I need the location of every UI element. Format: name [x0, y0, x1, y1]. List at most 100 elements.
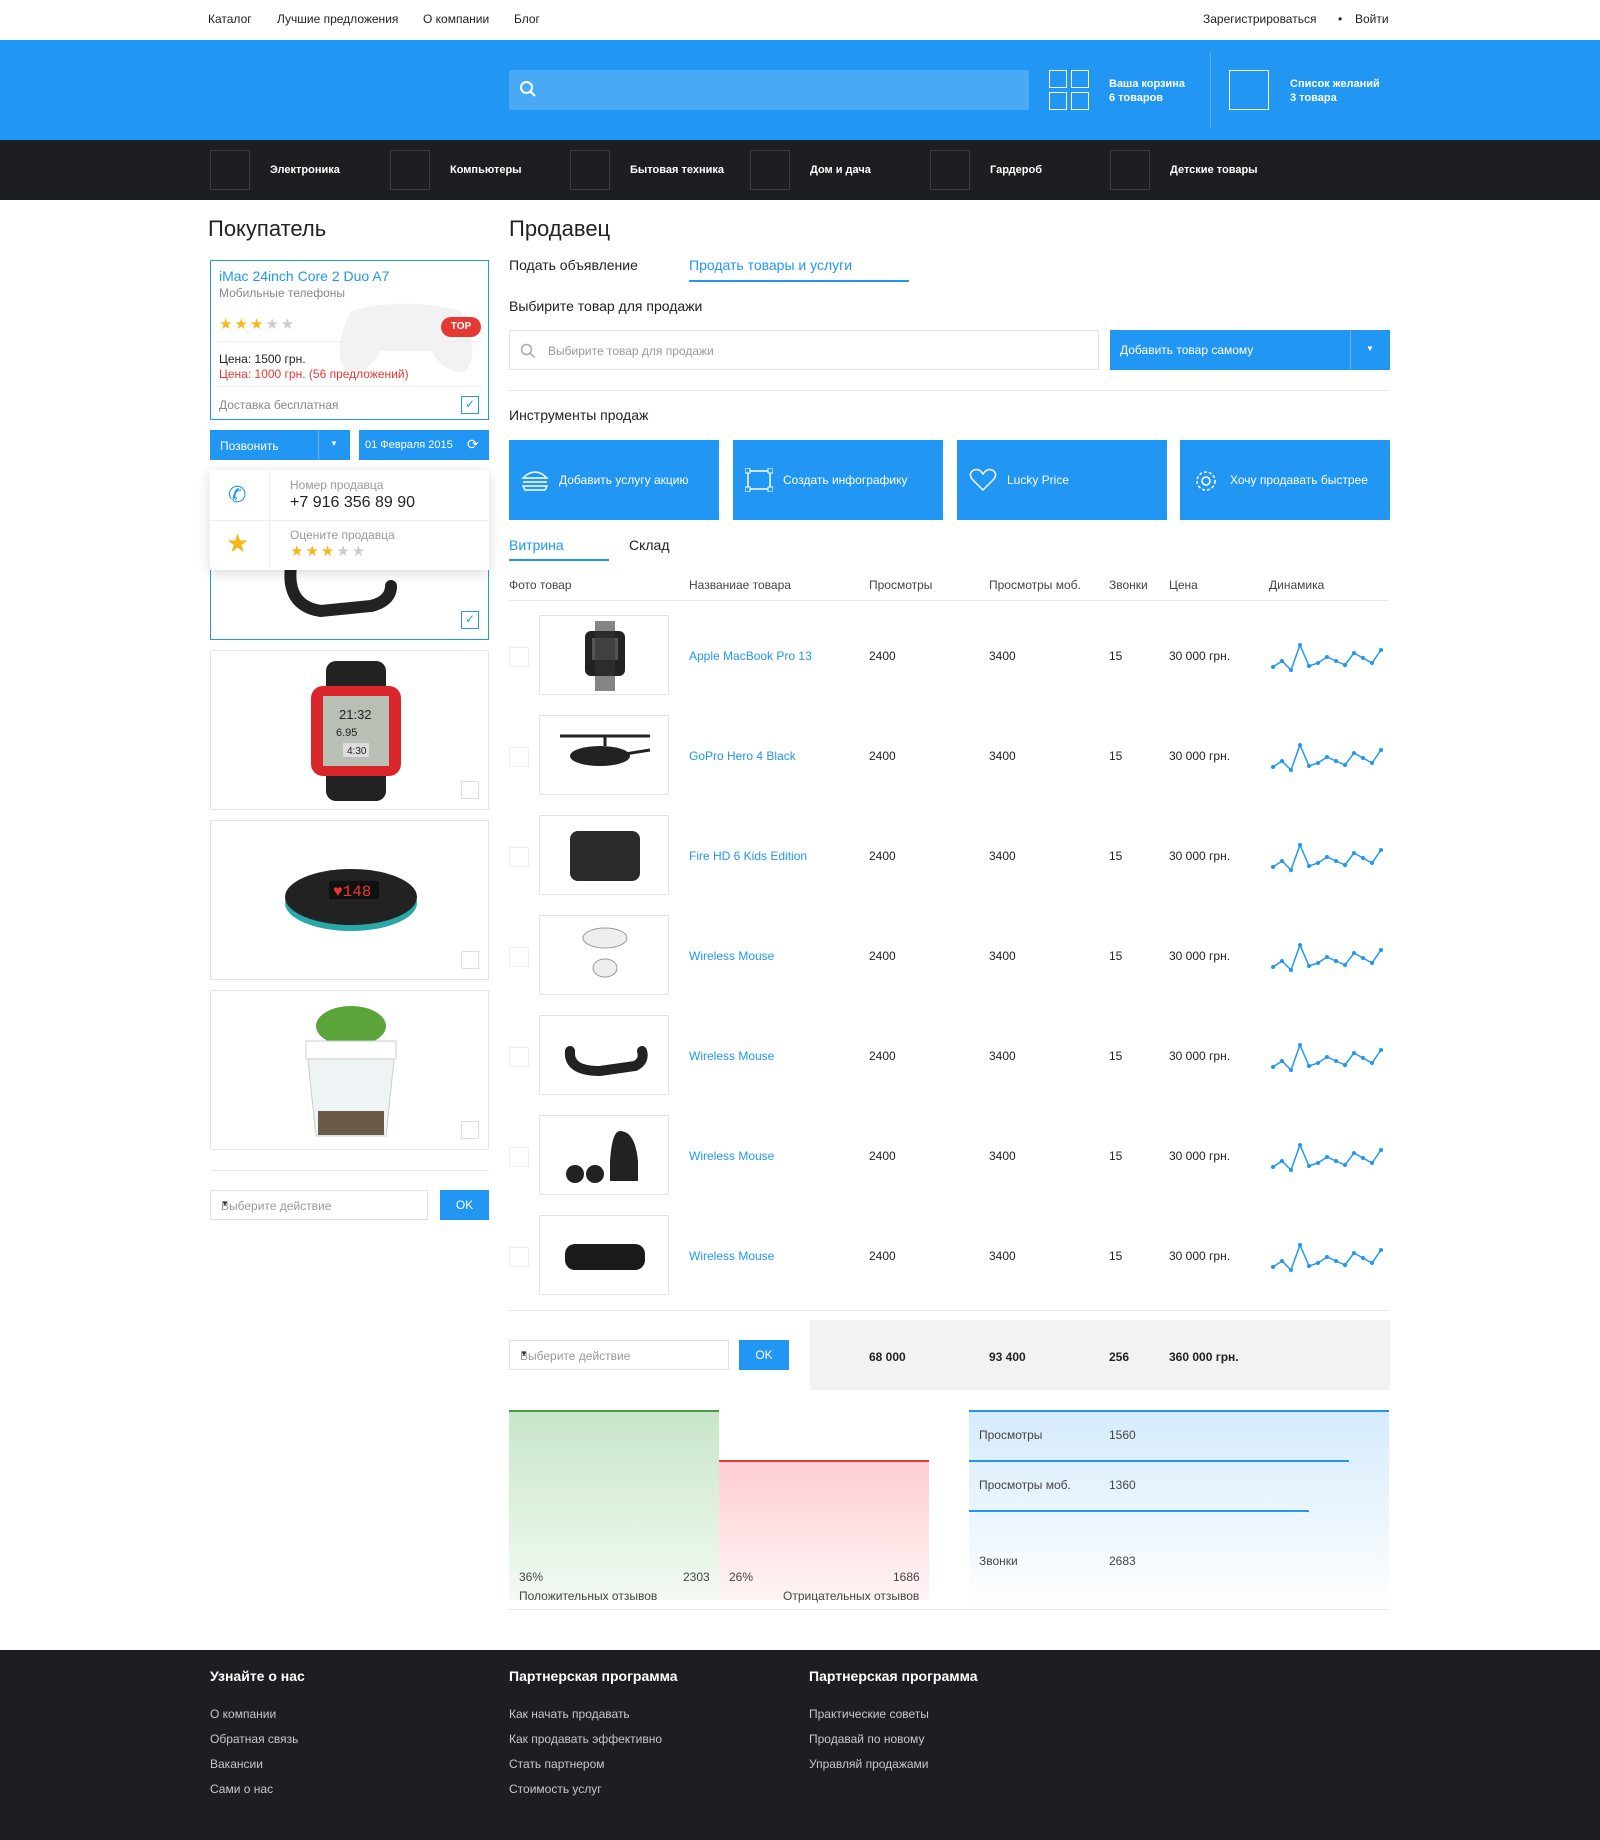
product-checkbox[interactable] [461, 1121, 479, 1139]
buyer-product-card[interactable]: iMac 24inch Core 2 Duo A7 Мобильные теле… [210, 260, 489, 420]
wishlist-title[interactable]: Список желаний [1290, 77, 1380, 91]
product-category: Мобильные телефоны [219, 286, 346, 300]
seller-phone[interactable]: +7 916 356 89 90 [290, 494, 415, 512]
lucky-price-button[interactable]: Lucky Price [957, 440, 1167, 520]
row-checkbox[interactable] [509, 1147, 529, 1167]
price-value: 30 000 грн. [1169, 1049, 1231, 1063]
buyer-product-card[interactable]: ♥148 [210, 820, 489, 980]
product-name-link[interactable]: Wireless Mouse [689, 1249, 774, 1263]
mobile-views-value: 3400 [989, 849, 1016, 863]
table-row: Fire HD 6 Kids Edition 2400 3400 15 30 000 г… [509, 815, 1389, 915]
dynamics-sparkline [1271, 1142, 1383, 1172]
divider [210, 1170, 489, 1171]
product-name-link[interactable]: Wireless Mouse [689, 1149, 774, 1163]
row-checkbox[interactable] [509, 1247, 529, 1267]
table-row: GoPro Hero 4 Black 2400 3400 15 30 000 грн. [509, 715, 1389, 815]
tab-sell-goods[interactable]: Продать товары и услуги [689, 257, 852, 273]
buyer-product-card[interactable] [210, 560, 489, 640]
footer-link[interactable]: Как продавать эффективно [509, 1732, 662, 1746]
tab-showcase[interactable]: Витрина [509, 537, 564, 553]
product-photo [539, 615, 669, 695]
chevron-down-icon: ▼ [1366, 344, 1374, 353]
footer-link[interactable]: Вакансии [210, 1757, 263, 1771]
divider [509, 1609, 1389, 1610]
active-tab-underline [509, 559, 609, 561]
table-row: Wireless Mouse 2400 3400 15 30 000 грн. [509, 1015, 1389, 1115]
date-picker-button[interactable]: 01 Февраля 2015 ⟳ [359, 430, 489, 460]
negative-label: Отрицательных отзывов [783, 1589, 920, 1603]
cart-icon[interactable] [1049, 70, 1089, 110]
calls-value: 15 [1109, 749, 1123, 763]
sell-faster-button[interactable]: Хочу продавать быстрее [1180, 440, 1390, 520]
create-infographic-button[interactable]: Создать инфографику [733, 440, 943, 520]
product-photo [539, 915, 669, 995]
row-checkbox[interactable] [509, 947, 529, 967]
product-name-link[interactable]: Apple MacBook Pro 13 [689, 649, 812, 663]
col-photo: Фото товар [509, 578, 572, 592]
divider [219, 341, 481, 342]
add-product-button[interactable]: Добавить товар самому ▼ [1110, 330, 1390, 370]
price-value: 30 000 грн. [1169, 649, 1231, 663]
product-search-input[interactable]: Выбирите товар для продажи [509, 330, 1099, 370]
register-link[interactable]: Зарегистрироваться [1203, 12, 1316, 26]
chevron-down-icon: ▼ [330, 439, 338, 448]
product-name-link[interactable]: GoPro Hero 4 Black [689, 749, 796, 763]
product-photo [539, 1015, 669, 1095]
tab-warehouse[interactable]: Склад [629, 537, 670, 553]
product-name-link[interactable]: Fire HD 6 Kids Edition [689, 849, 807, 863]
product-name[interactable]: iMac 24inch Core 2 Duo A7 [219, 268, 389, 284]
buyer-product-card[interactable]: 21:32 6.95 4:30 [210, 650, 489, 810]
row-checkbox[interactable] [509, 747, 529, 767]
metric-value-calls: 2683 [1109, 1554, 1136, 1568]
product-photo [539, 1215, 669, 1295]
row-checkbox[interactable] [509, 647, 529, 667]
product-checkbox[interactable] [461, 951, 479, 969]
login-link[interactable]: Войти [1355, 12, 1389, 26]
seller-rating-stars[interactable]: ★★★★★ [290, 542, 367, 561]
dynamics-sparkline [1271, 742, 1383, 772]
divider [509, 390, 1389, 391]
row-checkbox[interactable] [509, 847, 529, 867]
calls-value: 15 [1109, 1049, 1123, 1063]
buyer-ok-button[interactable]: OK [440, 1190, 489, 1220]
nav-link-catalog[interactable]: Каталог [208, 12, 252, 26]
nav-link-blog[interactable]: Блог [514, 12, 540, 26]
seller-action-select[interactable]: Выберите действие ▼ [509, 1340, 729, 1370]
footer-link[interactable]: Стать партнером [509, 1757, 605, 1771]
total-views: 68 000 [869, 1350, 906, 1364]
buyer-product-card[interactable] [210, 990, 489, 1150]
tab-post-ad[interactable]: Подать объявление [509, 257, 638, 273]
metric-bar [969, 1460, 1349, 1462]
nav-link-about[interactable]: О компании [423, 12, 489, 26]
add-promo-button[interactable]: Добавить услугу акцию [509, 440, 719, 520]
gear-icon [1196, 471, 1216, 491]
footer-link[interactable]: Стоимость услуг [509, 1782, 602, 1796]
product-checkbox[interactable] [461, 396, 479, 414]
wishlist-icon[interactable] [1229, 70, 1269, 110]
cart-title[interactable]: Ваша корзина [1109, 77, 1185, 91]
mobile-views-value: 3400 [989, 649, 1016, 663]
row-checkbox[interactable] [509, 1047, 529, 1067]
footer-link[interactable]: Обратная связь [210, 1732, 298, 1746]
table-row: Wireless Mouse 2400 3400 15 30 000 грн. [509, 1215, 1389, 1315]
footer-link[interactable]: Практические советы [809, 1707, 929, 1721]
product-checkbox[interactable] [461, 611, 479, 629]
footer-link[interactable]: Управляй продажами [809, 1757, 928, 1771]
product-checkbox[interactable] [461, 781, 479, 799]
seller-ok-button[interactable]: OK [739, 1340, 789, 1370]
footer-col3-title: Партнерская программа [809, 1668, 978, 1684]
product-name-link[interactable]: Wireless Mouse [689, 1049, 774, 1063]
footer-link[interactable]: Сами о нас [210, 1782, 273, 1796]
footer-link[interactable]: Как начать продавать [509, 1707, 630, 1721]
footer-link[interactable]: О компании [210, 1707, 276, 1721]
dynamics-sparkline [1271, 842, 1383, 872]
col-views: Просмотры [869, 578, 933, 592]
search-input[interactable] [509, 70, 1029, 110]
footer-link[interactable]: Продавай по новому [809, 1732, 924, 1746]
views-value: 2400 [869, 1249, 896, 1263]
nav-link-best-offers[interactable]: Лучшие предложения [277, 12, 398, 26]
call-button[interactable]: Позвонить ▼ [210, 430, 350, 460]
category-icon [390, 150, 430, 190]
product-name-link[interactable]: Wireless Mouse [689, 949, 774, 963]
buyer-action-select[interactable]: Выберите действие ▼ [210, 1190, 428, 1220]
